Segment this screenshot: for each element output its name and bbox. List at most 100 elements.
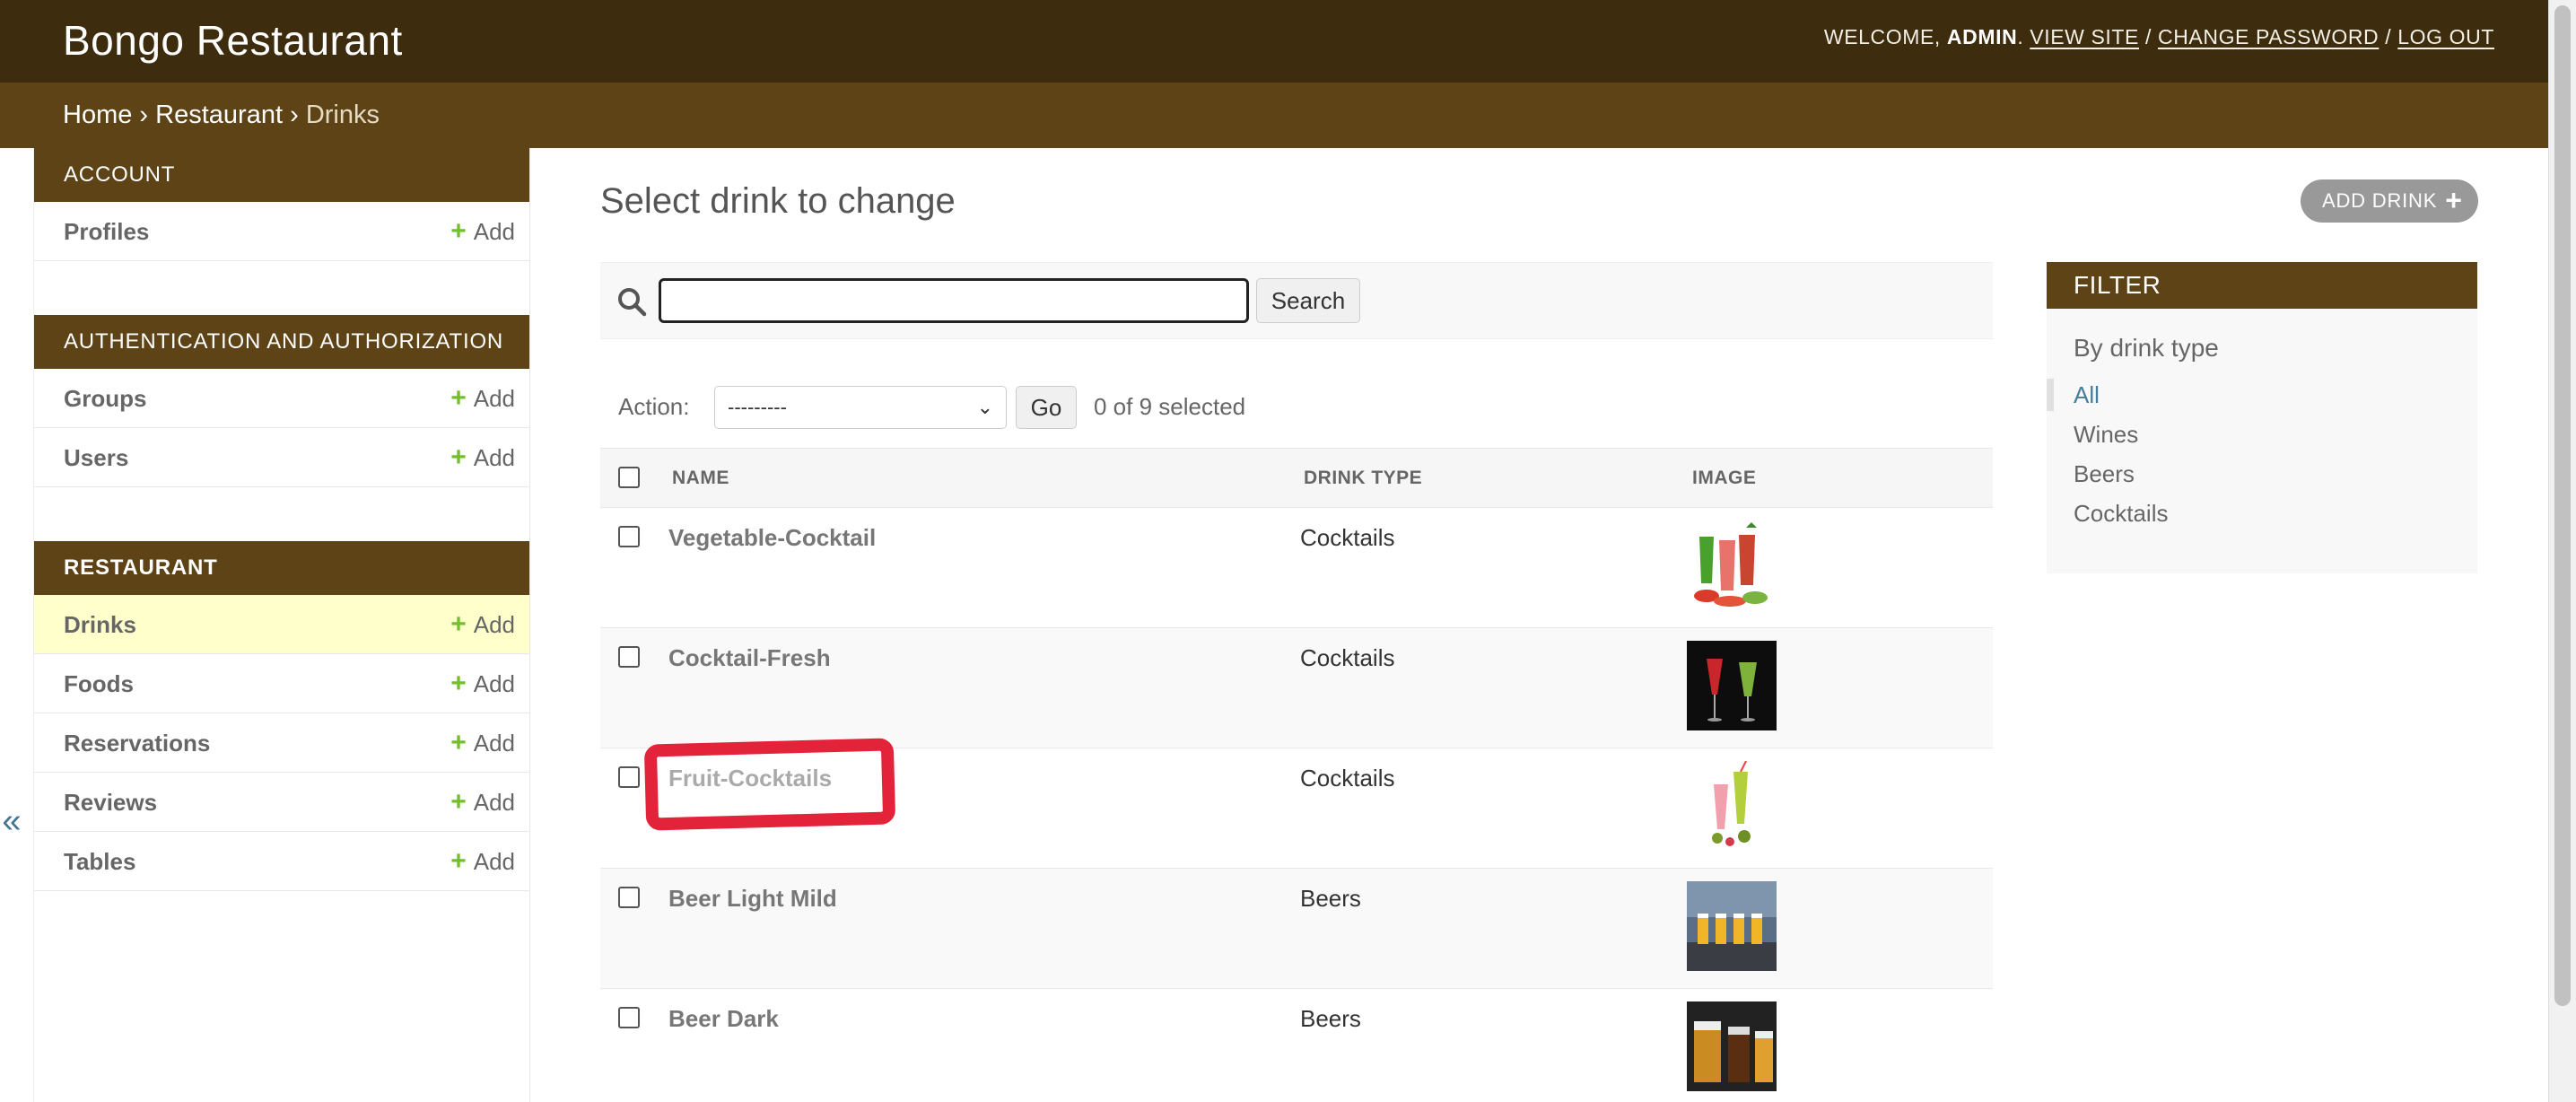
column-header-drink-type[interactable]: DRINK TYPE	[1297, 448, 1685, 508]
sidebar-item-reservations[interactable]: Reservations + Add	[34, 713, 529, 773]
app-caption-auth[interactable]: AUTHENTICATION AND AUTHORIZATION	[34, 315, 529, 369]
filter-option-wines[interactable]: Wines	[2047, 415, 2477, 454]
sidebar-item-label[interactable]: Reservations	[64, 730, 210, 757]
table-row: Vegetable-Cocktail Cocktails	[600, 507, 1993, 628]
select-all-checkbox[interactable]	[618, 466, 640, 488]
filter-option-beers[interactable]: Beers	[2047, 454, 2477, 494]
breadcrumb-home[interactable]: Home	[63, 101, 132, 129]
drink-name-link[interactable]: Fruit-Cocktails	[665, 765, 832, 792]
drink-type: Cocktails	[1300, 644, 1395, 671]
site-name[interactable]: Bongo Restaurant	[63, 16, 403, 65]
add-food-button[interactable]: + Add	[450, 654, 515, 713]
add-profile-button[interactable]: + Add	[450, 202, 515, 261]
scrollbar-thumb[interactable]	[2554, 5, 2571, 1006]
search-input[interactable]	[659, 278, 1249, 323]
search-icon	[618, 288, 647, 317]
table-row: Beer Dark Beers	[600, 988, 1993, 1102]
sidebar-item-label[interactable]: Groups	[64, 385, 146, 412]
row-checkbox[interactable]	[618, 1007, 640, 1028]
sidebar-item-profiles[interactable]: Profiles + Add	[34, 202, 529, 261]
user-tools: WELCOME, ADMIN. VIEW SITE / CHANGE PASSW…	[1823, 25, 2494, 48]
go-button[interactable]: Go	[1016, 386, 1077, 429]
plus-icon: +	[450, 383, 467, 413]
breadcrumb-restaurant[interactable]: Restaurant	[155, 101, 283, 129]
add-table-button[interactable]: + Add	[450, 832, 515, 891]
results-table: NAME DRINK TYPE IMAGE Vegetable-Cocktail…	[600, 448, 1993, 1102]
row-checkbox[interactable]	[618, 766, 640, 788]
action-label: Action:	[618, 393, 690, 420]
sidebar-item-label[interactable]: Reviews	[64, 789, 157, 816]
selected-count: 0 of 9 selected	[1094, 393, 1246, 420]
breadcrumb: Home › Restaurant › Drinks	[0, 83, 2548, 148]
sidebar-item-label[interactable]: Drinks	[64, 611, 136, 638]
filter-options: All Wines Beers Cocktails	[2047, 375, 2477, 533]
plus-icon: +	[450, 442, 467, 472]
add-drink-link[interactable]: + Add	[450, 595, 515, 654]
sidebar-item-groups[interactable]: Groups + Add	[34, 369, 529, 428]
actions-bar: Action: --------- ⌄ Go 0 of 9 selected	[600, 380, 1993, 434]
row-checkbox[interactable]	[618, 887, 640, 908]
sidebar-item-reviews[interactable]: Reviews + Add	[34, 773, 529, 832]
app-caption-account[interactable]: ACCOUNT	[34, 148, 529, 202]
breadcrumb-current: Drinks	[305, 101, 380, 129]
cocktail-fresh-image	[1687, 641, 1777, 730]
sidebar: ACCOUNT Profiles + Add AUTHENTICATION AND…	[33, 148, 530, 1102]
page-title: Select drink to change	[600, 181, 956, 221]
search-toolbar: Search	[600, 262, 1993, 339]
chevron-down-icon: ⌄	[976, 396, 993, 418]
plus-icon: +	[450, 846, 467, 876]
vegetable-cocktail-image	[1687, 520, 1777, 610]
add-user-button[interactable]: + Add	[450, 428, 515, 487]
plus-icon: +	[450, 669, 467, 698]
drink-name-link[interactable]: Beer Dark	[665, 1005, 779, 1032]
sidebar-item-drinks[interactable]: Drinks + Add	[34, 595, 529, 654]
plus-icon: +	[450, 787, 467, 817]
drink-name-link[interactable]: Vegetable-Cocktail	[665, 524, 876, 551]
action-select[interactable]: --------- ⌄	[714, 386, 1007, 429]
view-site-link[interactable]: VIEW SITE	[2030, 25, 2139, 48]
drink-type: Cocktails	[1300, 765, 1395, 792]
column-header-name[interactable]: NAME	[665, 448, 1297, 508]
drink-name-link[interactable]: Beer Light Mild	[665, 885, 837, 912]
collapse-sidebar-icon[interactable]: «	[0, 803, 23, 848]
row-checkbox[interactable]	[618, 646, 640, 668]
add-group-button[interactable]: + Add	[450, 369, 515, 428]
row-checkbox[interactable]	[618, 526, 640, 547]
sidebar-item-label[interactable]: Users	[64, 444, 128, 471]
add-reservation-button[interactable]: + Add	[450, 713, 515, 773]
sidebar-item-label[interactable]: Profiles	[64, 218, 149, 245]
table-row: Fruit-Cocktails Cocktails	[600, 748, 1993, 869]
table-row: Cocktail-Fresh Cocktails	[600, 627, 1993, 748]
plus-icon: +	[450, 728, 467, 757]
plus-icon: +	[450, 609, 467, 639]
add-drink-button[interactable]: ADD DRINK +	[2301, 179, 2478, 223]
add-review-button[interactable]: + Add	[450, 773, 515, 832]
scrollbar[interactable]	[2548, 0, 2576, 1102]
log-out-link[interactable]: LOG OUT	[2397, 25, 2494, 48]
plus-icon: +	[450, 216, 467, 246]
plus-icon: +	[2445, 184, 2463, 216]
filter-panel: FILTER By drink type All Wines Beers Coc…	[2047, 262, 2477, 573]
sidebar-item-label[interactable]: Tables	[64, 848, 135, 875]
username: ADMIN	[1946, 25, 2018, 48]
sidebar-item-users[interactable]: Users + Add	[34, 428, 529, 487]
table-row: Beer Light Mild Beers	[600, 868, 1993, 989]
beer-dark-image	[1687, 1001, 1777, 1091]
sidebar-item-tables[interactable]: Tables + Add	[34, 832, 529, 891]
change-password-link[interactable]: CHANGE PASSWORD	[2158, 25, 2379, 48]
filter-subtitle: By drink type	[2074, 334, 2219, 362]
header: Bongo Restaurant WELCOME, ADMIN. VIEW SI…	[0, 0, 2548, 83]
sidebar-item-label[interactable]: Foods	[64, 670, 134, 697]
filter-option-all[interactable]: All	[2047, 375, 2477, 415]
filter-option-cocktails[interactable]: Cocktails	[2047, 494, 2477, 533]
welcome-text: WELCOME,	[1823, 25, 1941, 48]
fruit-cocktails-image	[1687, 761, 1777, 851]
drink-name-link[interactable]: Cocktail-Fresh	[665, 644, 831, 671]
drink-type: Beers	[1300, 1005, 1361, 1032]
column-header-image[interactable]: IMAGE	[1685, 448, 1993, 508]
filter-title: FILTER	[2047, 262, 2477, 309]
app-caption-restaurant[interactable]: RESTAURANT	[34, 541, 529, 595]
beer-light-mild-image	[1687, 881, 1777, 971]
sidebar-item-foods[interactable]: Foods + Add	[34, 654, 529, 713]
search-button[interactable]: Search	[1256, 278, 1360, 323]
